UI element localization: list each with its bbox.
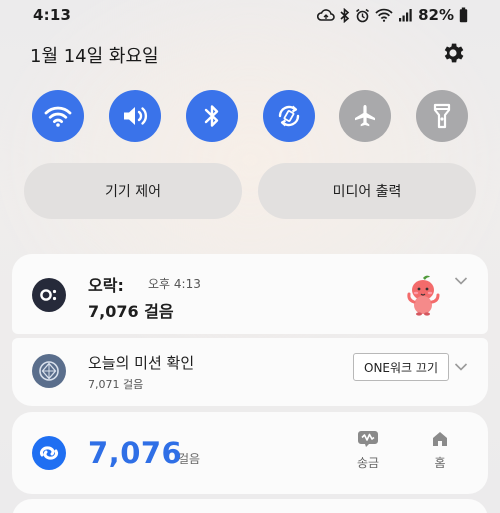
sound-icon xyxy=(124,107,148,125)
step-count-value: 7,076 xyxy=(88,436,183,470)
airplane-icon xyxy=(355,105,375,127)
home-icon xyxy=(433,432,447,446)
quick-toggles xyxy=(32,90,468,142)
wifi-toggle[interactable] xyxy=(32,90,84,142)
one-walk-off-button[interactable]: ONE워크 끄기 xyxy=(353,353,449,381)
wifi-icon xyxy=(375,8,393,22)
notification-card-step-counter[interactable]: 7,076 걸음 송금 홈 xyxy=(12,412,488,494)
notification-card-partial[interactable] xyxy=(12,499,488,513)
airplane-toggle[interactable] xyxy=(339,90,391,142)
status-icons: 82% xyxy=(317,5,468,25)
date-label: 1월 14일 화요일 xyxy=(30,46,159,67)
signal-icon xyxy=(399,9,412,22)
status-time: 4:13 xyxy=(33,6,72,24)
toss-app-icon xyxy=(32,436,66,470)
mission-app-icon xyxy=(32,354,66,388)
mascot-icon xyxy=(407,275,440,316)
notification-card-mission[interactable]: 오늘의 미션 확인 7,071 걸음 ONE워크 끄기 xyxy=(12,338,488,406)
alarm-icon xyxy=(356,8,370,22)
device-control-button[interactable]: 기기 제어 xyxy=(24,163,242,219)
flashlight-toggle[interactable] xyxy=(416,90,468,142)
sound-toggle[interactable] xyxy=(109,90,161,142)
send-money-icon xyxy=(358,431,378,447)
app-logo-icon xyxy=(40,289,57,301)
cloud-sync-icon xyxy=(317,9,335,21)
bluetooth-icon xyxy=(204,105,219,127)
step-count-unit: 걸음 xyxy=(178,452,201,466)
notification-card-steps[interactable]: 오락: 오후 4:13 7,076 걸음 xyxy=(12,254,488,334)
auto-rotate-toggle[interactable] xyxy=(263,90,315,142)
send-money-button[interactable]: 송금 xyxy=(348,430,388,471)
chevron-down-icon[interactable] xyxy=(454,276,468,286)
swirl-icon xyxy=(40,446,58,460)
mission-subtitle: 7,071 걸음 xyxy=(88,378,144,391)
status-bar: 4:13 82% xyxy=(0,0,500,30)
media-output-button[interactable]: 미디어 출력 xyxy=(258,163,476,219)
gem-icon xyxy=(39,361,59,381)
flashlight-icon xyxy=(433,103,451,129)
battery-icon xyxy=(459,7,468,23)
chevron-down-icon[interactable] xyxy=(454,362,468,372)
home-button[interactable]: 홈 xyxy=(420,430,460,471)
bluetooth-icon xyxy=(340,7,350,23)
gear-icon[interactable] xyxy=(440,40,466,66)
notification-time: 오후 4:13 xyxy=(148,277,201,291)
mission-title: 오늘의 미션 확인 xyxy=(88,354,195,372)
notification-text: 7,076 걸음 xyxy=(88,302,174,321)
send-money-label: 송금 xyxy=(356,456,380,470)
app-icon xyxy=(32,278,66,312)
wifi-icon xyxy=(44,106,72,127)
bluetooth-toggle[interactable] xyxy=(186,90,238,142)
app-name: 오락: xyxy=(88,276,124,295)
home-label: 홈 xyxy=(434,456,446,470)
auto-rotate-icon xyxy=(278,105,300,127)
battery-percent: 82% xyxy=(418,6,454,24)
